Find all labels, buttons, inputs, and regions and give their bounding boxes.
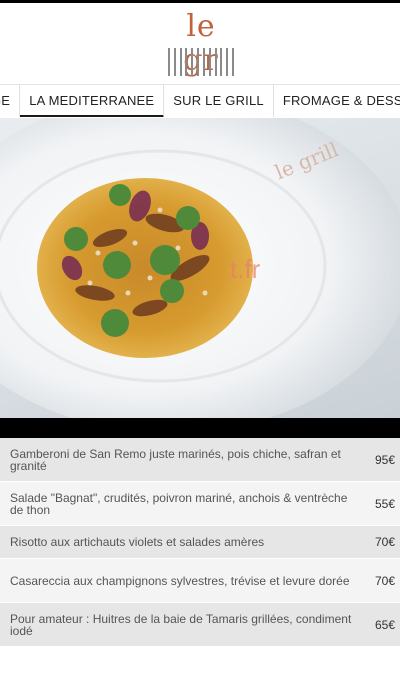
tab-sur-le-grill[interactable]: SUR LE GRILL bbox=[164, 85, 274, 117]
tab-fromage-desserts[interactable]: FROMAGE & DESSERTS bbox=[274, 85, 400, 117]
tab-la-mediterranee[interactable]: LA MEDITERRANEE bbox=[20, 85, 165, 117]
menu-header-bar bbox=[0, 418, 400, 438]
dish-name: Pour amateur : Huitres de la baie de Tam… bbox=[10, 611, 352, 638]
logo-bars-icon bbox=[168, 48, 234, 76]
dish-name: Casareccia aux champignons sylvestres, t… bbox=[10, 573, 350, 588]
dish-name: Salade "Bagnat", crudités, poivron marin… bbox=[10, 490, 348, 517]
dish-price: 95€ bbox=[374, 452, 395, 467]
watermark-text: t.fr bbox=[230, 254, 261, 284]
restaurant-logo[interactable]: le gr bbox=[166, 10, 236, 78]
menu-item[interactable]: Salade "Bagnat", crudités, poivron marin… bbox=[0, 482, 400, 526]
dish-price: 70€ bbox=[374, 573, 395, 588]
dish-price: 65€ bbox=[374, 617, 395, 632]
category-nav: GE LA MEDITERRANEE SUR LE GRILL FROMAGE … bbox=[0, 84, 400, 117]
menu-item[interactable]: Casareccia aux champignons sylvestres, t… bbox=[0, 559, 400, 603]
dish-price: 70€ bbox=[374, 535, 395, 549]
top-border bbox=[0, 0, 400, 3]
dish-price: 55€ bbox=[374, 496, 395, 511]
dish-photo: le grill t.fr bbox=[0, 118, 400, 418]
tab-partial[interactable]: GE bbox=[0, 85, 21, 117]
menu-item[interactable]: Risotto aux artichauts violets et salade… bbox=[0, 526, 400, 559]
dish-photo-illustration: le grill t.fr bbox=[0, 118, 400, 418]
dish-name: Gamberoni de San Remo juste marinés, poi… bbox=[10, 446, 341, 473]
menu-item[interactable]: Pour amateur : Huitres de la baie de Tam… bbox=[0, 603, 400, 647]
dish-name: Risotto aux artichauts violets et salade… bbox=[10, 535, 265, 549]
menu-item[interactable]: Gamberoni de San Remo juste marinés, poi… bbox=[0, 438, 400, 482]
menu-list: Gamberoni de San Remo juste marinés, poi… bbox=[0, 418, 400, 647]
